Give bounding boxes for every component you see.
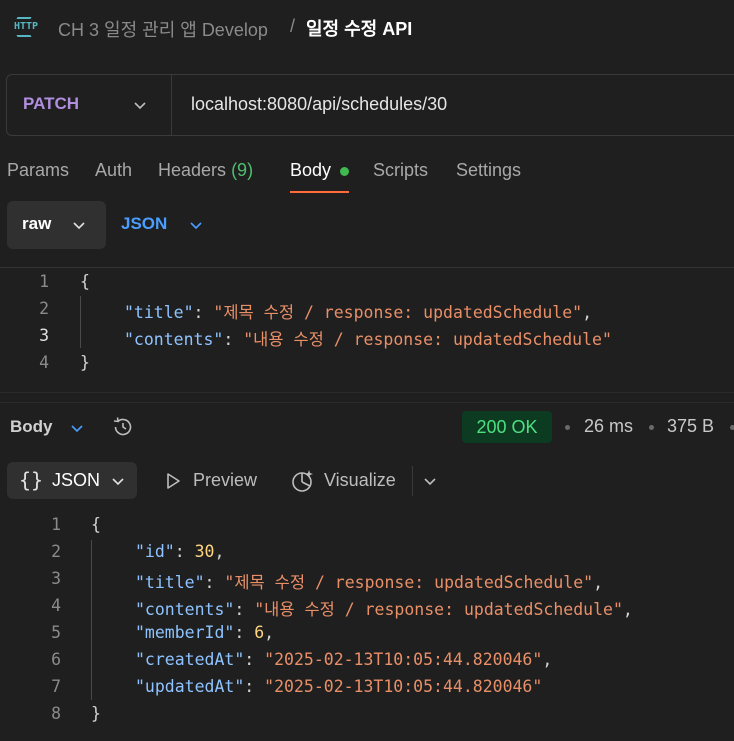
line-number: 1 — [39, 272, 49, 291]
separator-dot — [730, 425, 734, 430]
body-modified-indicator — [340, 167, 349, 176]
json-brace: } — [91, 704, 101, 723]
body-language-select[interactable]: JSON — [121, 214, 167, 234]
body-type-label: raw — [22, 214, 52, 233]
chevron-down-icon — [112, 478, 124, 486]
chevron-down-icon[interactable] — [187, 216, 205, 234]
http-icon: HTTP — [14, 14, 40, 40]
indent-guide — [91, 540, 92, 700]
divider — [0, 267, 734, 268]
chevron-down-icon — [73, 222, 85, 230]
json-line: "createdAt": "2025-02-13T10:05:44.820046… — [135, 650, 553, 669]
json-line: "contents": "내용 수정 / response: updatedSc… — [135, 600, 633, 619]
method-select[interactable]: PATCH — [23, 94, 79, 114]
headers-count: (9) — [231, 160, 254, 180]
line-number: 2 — [51, 542, 61, 561]
breadcrumb: HTTP CH 3 일정 관리 앱 Develop / 일정 수정 API — [0, 0, 734, 54]
json-line: "title": "제목 수정 / response: updatedSched… — [135, 573, 604, 592]
divider — [0, 402, 734, 403]
url-divider — [171, 75, 172, 135]
history-icon[interactable] — [111, 415, 135, 439]
line-number: 5 — [51, 623, 61, 642]
divider — [0, 392, 734, 393]
json-line: "id": 30, — [135, 542, 225, 561]
preview-button[interactable]: Preview — [193, 470, 257, 491]
line-number: 6 — [51, 650, 61, 669]
active-tab-underline — [290, 191, 349, 193]
json-brace: { — [91, 515, 101, 534]
json-line: "updatedAt": "2025-02-13T10:05:44.820046… — [135, 677, 543, 696]
line-number: 2 — [39, 299, 49, 318]
line-number: 4 — [39, 353, 49, 372]
separator-dot — [565, 425, 570, 430]
tab-settings[interactable]: Settings — [456, 160, 521, 181]
braces-icon: {} — [19, 468, 44, 492]
breadcrumb-collection[interactable]: CH 3 일정 관리 앱 Develop — [58, 16, 268, 42]
response-size[interactable]: 375 B — [667, 416, 714, 437]
tab-params[interactable]: Params — [7, 160, 69, 181]
request-title[interactable]: 일정 수정 API — [306, 15, 412, 41]
response-format-label: JSON — [52, 470, 101, 490]
response-time[interactable]: 26 ms — [584, 416, 633, 437]
tab-headers-label: Headers — [158, 160, 227, 180]
json-line: "memberId": 6, — [135, 623, 275, 642]
json-line: "title": "제목 수정 / response: updatedSched… — [124, 303, 593, 322]
url-input[interactable]: localhost:8080/api/schedules/30 — [191, 94, 447, 115]
breadcrumb-separator: / — [290, 16, 296, 36]
tab-body[interactable]: Body — [290, 160, 331, 181]
visualize-icon[interactable] — [290, 468, 316, 494]
tab-headers[interactable]: Headers (9) — [158, 160, 253, 181]
json-line: "contents": "내용 수정 / response: updatedSc… — [124, 330, 612, 349]
indent-guide — [80, 296, 81, 348]
tab-auth[interactable]: Auth — [95, 160, 132, 181]
visualize-button[interactable]: Visualize — [324, 470, 396, 491]
chevron-down-icon[interactable] — [68, 419, 86, 437]
separator-dot — [649, 425, 654, 430]
play-icon[interactable] — [163, 471, 183, 491]
line-number: 1 — [51, 515, 61, 534]
chevron-down-icon[interactable] — [131, 96, 149, 114]
tab-scripts[interactable]: Scripts — [373, 160, 428, 181]
line-number: 7 — [51, 677, 61, 696]
line-number: 3 — [39, 326, 49, 345]
line-number: 8 — [51, 704, 61, 723]
line-number: 4 — [51, 596, 61, 615]
json-brace: { — [80, 272, 90, 291]
json-brace: } — [80, 353, 90, 372]
divider — [412, 466, 413, 496]
status-badge[interactable]: 200 OK — [462, 411, 552, 443]
chevron-down-icon[interactable] — [421, 472, 439, 490]
line-number: 3 — [51, 569, 61, 588]
response-section-select[interactable]: Body — [10, 417, 53, 437]
